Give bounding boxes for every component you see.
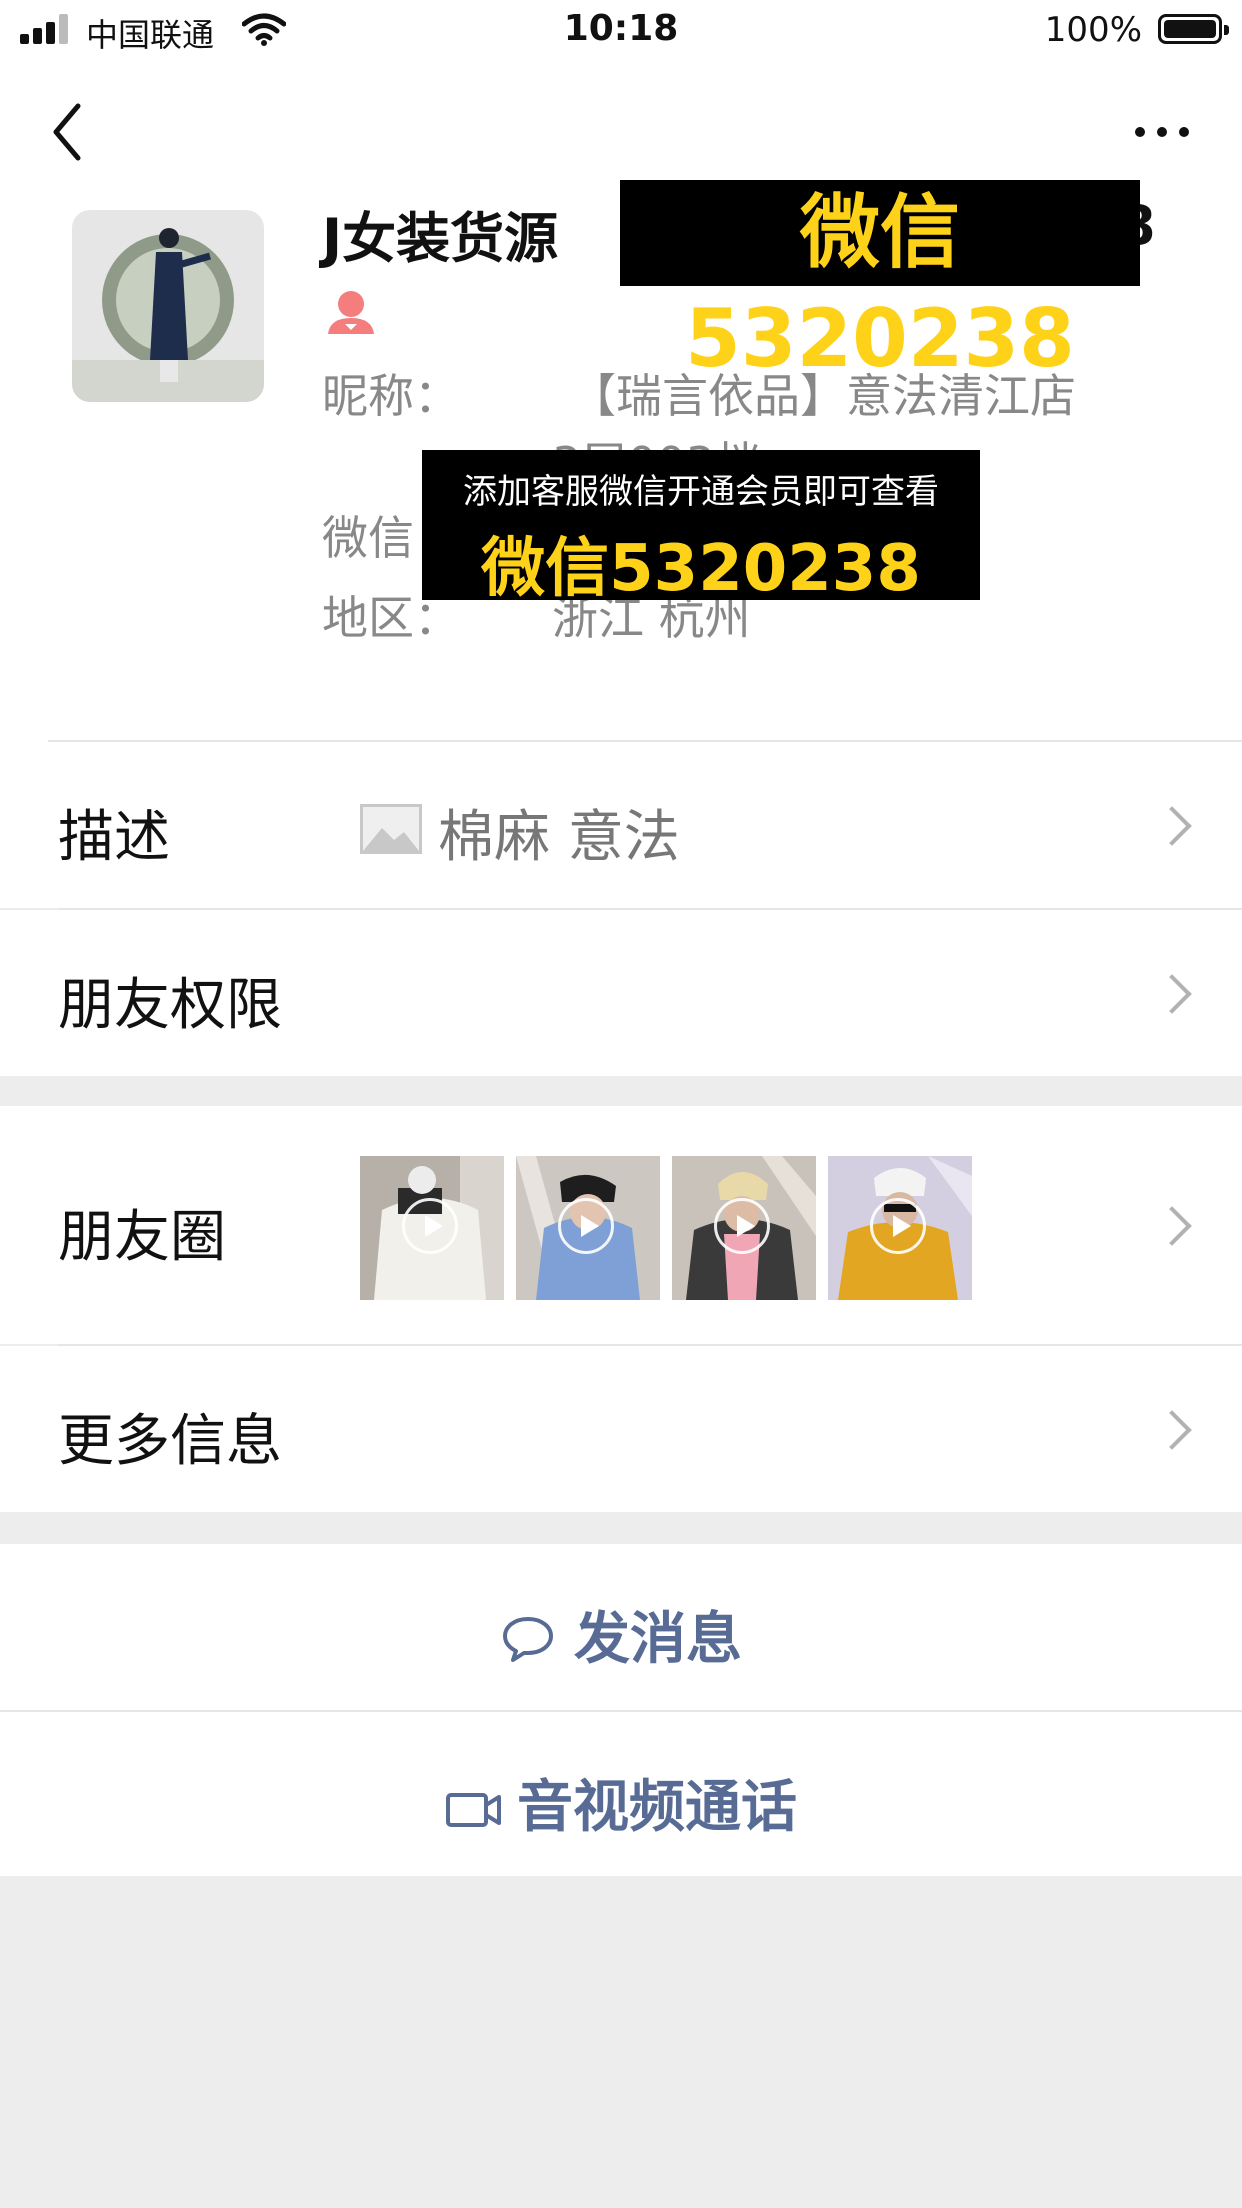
watermark-overlay-line2: 微信5320238: [481, 532, 921, 606]
audio-video-call-label: 音视频通话: [517, 1775, 797, 1840]
status-bar: 中国联通 10:18 100%: [0, 0, 1242, 62]
moments-thumbnail: [516, 1156, 660, 1300]
chevron-right-icon: [1152, 974, 1192, 1014]
moments-thumbnail: [828, 1156, 972, 1300]
watermark-overlay-line1: 添加客服微信开通会员即可查看: [463, 472, 939, 512]
play-icon: [558, 1198, 614, 1254]
wechat-id-label: 微信: [322, 511, 414, 565]
chat-bubble-icon: [503, 1617, 553, 1662]
profile-header: J女装货源 8 昵称： 【瑞言依品】意法清江店 3层003档 微信 地区： 浙江…: [0, 62, 1242, 742]
audio-video-call-button[interactable]: 音视频通话: [0, 1712, 1242, 1876]
ellipsis-icon[interactable]: [1132, 122, 1192, 142]
contact-name: J女装货源: [322, 207, 559, 270]
row-permissions-label: 朋友权限: [58, 973, 282, 1038]
female-icon: [328, 291, 374, 334]
battery-percent: 100%: [1044, 10, 1142, 50]
battery-icon: [1158, 14, 1229, 44]
avatar[interactable]: [72, 210, 264, 402]
chevron-left-icon[interactable]: [50, 100, 110, 170]
watermark-overlay: 添加客服微信开通会员即可查看 微信5320238: [422, 450, 980, 606]
play-icon: [714, 1198, 770, 1254]
send-message-label: 发消息: [574, 1607, 742, 1672]
row-description-label: 描述: [58, 805, 170, 870]
row-more-info[interactable]: 更多信息: [0, 1346, 1242, 1512]
row-description[interactable]: 描述 棉麻 意法: [0, 742, 1242, 908]
row-moments-label: 朋友圈: [58, 1205, 226, 1270]
row-friend-permissions[interactable]: 朋友权限: [0, 910, 1242, 1076]
moments-thumbnail: [672, 1156, 816, 1300]
video-camera-icon: [446, 1793, 501, 1827]
play-icon: [402, 1198, 458, 1254]
chevron-right-icon: [1152, 806, 1192, 846]
nickname-label: 昵称：: [322, 369, 460, 423]
chevron-right-icon: [1152, 1410, 1192, 1450]
play-icon: [870, 1198, 926, 1254]
moments-thumbnail: [360, 1156, 504, 1300]
watermark-banner-top: 微信5320238: [620, 180, 1140, 385]
row-description-value: 棉麻 意法: [438, 805, 680, 870]
image-icon: [360, 804, 422, 854]
row-moments[interactable]: 朋友圈: [0, 1106, 1242, 1344]
send-message-button[interactable]: 发消息: [0, 1544, 1242, 1710]
row-more-info-label: 更多信息: [58, 1409, 282, 1474]
chevron-right-icon: [1152, 1206, 1192, 1246]
